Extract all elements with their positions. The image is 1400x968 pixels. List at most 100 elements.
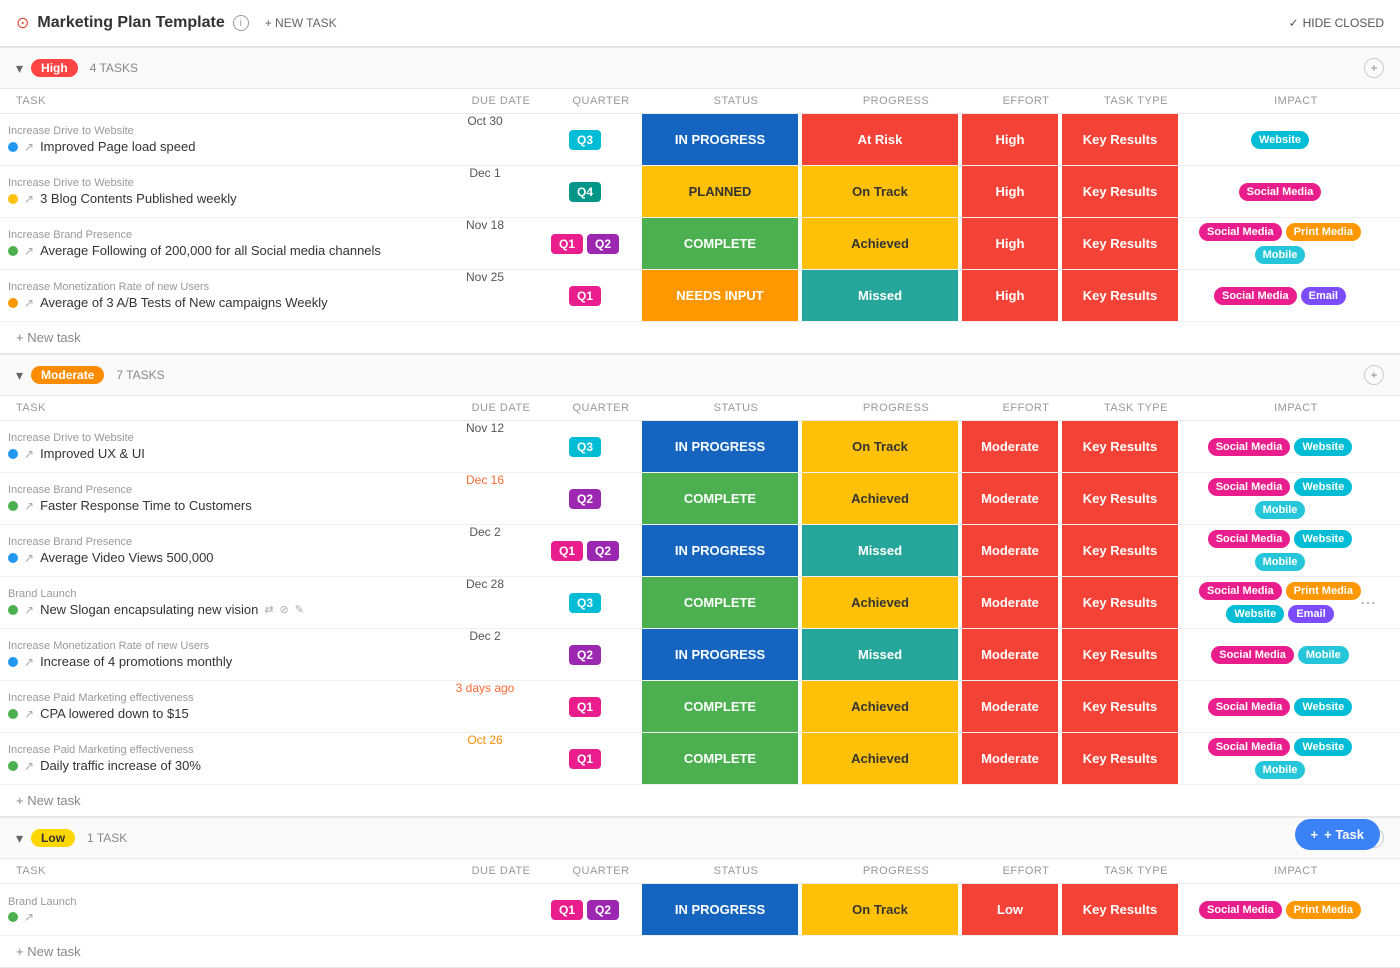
- task-progress[interactable]: Achieved: [800, 681, 960, 732]
- task-subtitle: Brand Launch: [8, 896, 432, 908]
- task-progress[interactable]: On Track: [800, 421, 960, 472]
- task-name-text[interactable]: New Slogan encapsulating new vision: [40, 602, 258, 617]
- add-group-button-moderate[interactable]: +: [1364, 365, 1384, 385]
- task-name-text[interactable]: Average of 3 A/B Tests of New campaigns …: [40, 295, 328, 310]
- task-effort: High: [960, 166, 1060, 217]
- task-count-high: 4 TASKS: [90, 61, 138, 75]
- task-subtitle: Brand Launch: [8, 588, 432, 600]
- row-menu-button[interactable]: ⋯: [1360, 593, 1376, 613]
- task-type: Key Results: [1060, 114, 1180, 165]
- task-status[interactable]: IN PROGRESS: [640, 629, 800, 680]
- task-effort: Moderate: [960, 473, 1060, 524]
- task-dot: [8, 449, 18, 459]
- impact-tag: Social Media: [1208, 530, 1291, 548]
- status-badge: NEEDS INPUT: [642, 270, 798, 321]
- task-quarter: Q2: [530, 629, 640, 680]
- task-status[interactable]: COMPLETE: [640, 681, 800, 732]
- task-progress[interactable]: Achieved: [800, 577, 960, 628]
- task-link-icon: ↗: [24, 447, 34, 461]
- task-progress[interactable]: On Track: [800, 166, 960, 217]
- task-name: ↗ Average Following of 200,000 for all S…: [8, 243, 432, 258]
- add-task-row-low[interactable]: + New task: [0, 936, 1400, 968]
- task-name-text[interactable]: Faster Response Time to Customers: [40, 498, 252, 513]
- task-name-text[interactable]: Increase of 4 promotions monthly: [40, 654, 232, 669]
- task-status[interactable]: IN PROGRESS: [640, 884, 800, 935]
- task-dot: [8, 761, 18, 771]
- task-progress[interactable]: Missed: [800, 629, 960, 680]
- add-task-row-moderate[interactable]: + New task: [0, 785, 1400, 817]
- add-task-row-high[interactable]: + New task: [0, 322, 1400, 354]
- task-count-low: 1 TASK: [87, 831, 127, 845]
- impact-tag: Website: [1294, 530, 1352, 548]
- progress-badge: Achieved: [802, 473, 958, 524]
- task-progress[interactable]: Achieved: [800, 733, 960, 784]
- task-edit-icon[interactable]: ✎: [295, 603, 304, 616]
- new-task-button[interactable]: + NEW TASK: [257, 12, 345, 34]
- col-header-effort: EFFORT: [976, 95, 1076, 107]
- task-name-text[interactable]: Improved UX & UI: [40, 446, 145, 461]
- task-status[interactable]: COMPLETE: [640, 473, 800, 524]
- task-quarter: Q2: [530, 473, 640, 524]
- task-status[interactable]: COMPLETE: [640, 218, 800, 269]
- task-effort: Moderate: [960, 421, 1060, 472]
- task-name-text[interactable]: Average Video Views 500,000: [40, 550, 213, 565]
- task-progress[interactable]: At Risk: [800, 114, 960, 165]
- task-progress[interactable]: Missed: [800, 270, 960, 321]
- task-due-date: [440, 884, 530, 935]
- task-status[interactable]: IN PROGRESS: [640, 114, 800, 165]
- task-due-date: Oct 26: [440, 733, 530, 784]
- col-header-status: STATUS: [656, 865, 816, 877]
- impact-tag: Social Media: [1208, 738, 1291, 756]
- task-progress[interactable]: Achieved: [800, 473, 960, 524]
- task-quarter: Q3: [530, 114, 640, 165]
- task-type: Key Results: [1060, 473, 1180, 524]
- task-status[interactable]: IN PROGRESS: [640, 421, 800, 472]
- status-badge: COMPLETE: [642, 733, 798, 784]
- task-status[interactable]: IN PROGRESS: [640, 525, 800, 576]
- task-progress[interactable]: On Track: [800, 884, 960, 935]
- task-name-text[interactable]: CPA lowered down to $15: [40, 706, 189, 721]
- group-toggle-moderate[interactable]: ▾: [16, 367, 23, 384]
- task-progress[interactable]: Achieved: [800, 218, 960, 269]
- task-name: ↗ Faster Response Time to Customers: [8, 498, 432, 513]
- task-due-date: Dec 28: [440, 577, 530, 628]
- col-header-task: TASK: [16, 402, 456, 414]
- task-name-text[interactable]: Daily traffic increase of 30%: [40, 758, 201, 773]
- table-row: Increase Monetization Rate of new Users …: [0, 629, 1400, 681]
- plus-icon: +: [1311, 827, 1319, 842]
- tasktype-badge: Key Results: [1062, 629, 1178, 680]
- task-effort: Moderate: [960, 577, 1060, 628]
- task-due-date: Dec 2: [440, 525, 530, 576]
- impact-tag: Website: [1226, 605, 1284, 623]
- table-row: Increase Brand Presence ↗ Average Video …: [0, 525, 1400, 577]
- quarter-badge: Q2: [587, 234, 619, 254]
- task-status[interactable]: NEEDS INPUT: [640, 270, 800, 321]
- progress-badge: Achieved: [802, 733, 958, 784]
- status-badge: IN PROGRESS: [642, 884, 798, 935]
- task-impact: Social MediaWebsite: [1180, 681, 1380, 732]
- task-dot: [8, 142, 18, 152]
- task-name-text[interactable]: 3 Blog Contents Published weekly: [40, 191, 237, 206]
- task-quarter: Q1Q2: [530, 218, 640, 269]
- group-toggle-high[interactable]: ▾: [16, 60, 23, 77]
- col-header-due: DUE DATE: [456, 402, 546, 414]
- status-badge: IN PROGRESS: [642, 114, 798, 165]
- add-task-floating-button[interactable]: + + Task: [1295, 819, 1380, 850]
- task-progress[interactable]: Missed: [800, 525, 960, 576]
- task-impact: Social MediaWebsiteMobile: [1180, 525, 1380, 576]
- info-icon[interactable]: i: [233, 15, 249, 31]
- task-impact: Social Media: [1180, 166, 1380, 217]
- task-name-text[interactable]: Improved Page load speed: [40, 139, 195, 154]
- table-row: Brand Launch ↗ New Slogan encapsulating …: [0, 577, 1400, 629]
- add-group-button-high[interactable]: +: [1364, 58, 1384, 78]
- task-due-date: Nov 12: [440, 421, 530, 472]
- project-status-icon[interactable]: ⊙: [16, 13, 29, 33]
- task-status[interactable]: PLANNED: [640, 166, 800, 217]
- task-name-text[interactable]: Average Following of 200,000 for all Soc…: [40, 243, 381, 258]
- hide-closed-button[interactable]: ✓ HIDE CLOSED: [1289, 16, 1384, 30]
- col-header-quarter: QUARTER: [546, 402, 656, 414]
- table-row: Increase Paid Marketing effectiveness ↗ …: [0, 681, 1400, 733]
- task-status[interactable]: COMPLETE: [640, 733, 800, 784]
- task-status[interactable]: COMPLETE: [640, 577, 800, 628]
- group-toggle-low[interactable]: ▾: [16, 830, 23, 847]
